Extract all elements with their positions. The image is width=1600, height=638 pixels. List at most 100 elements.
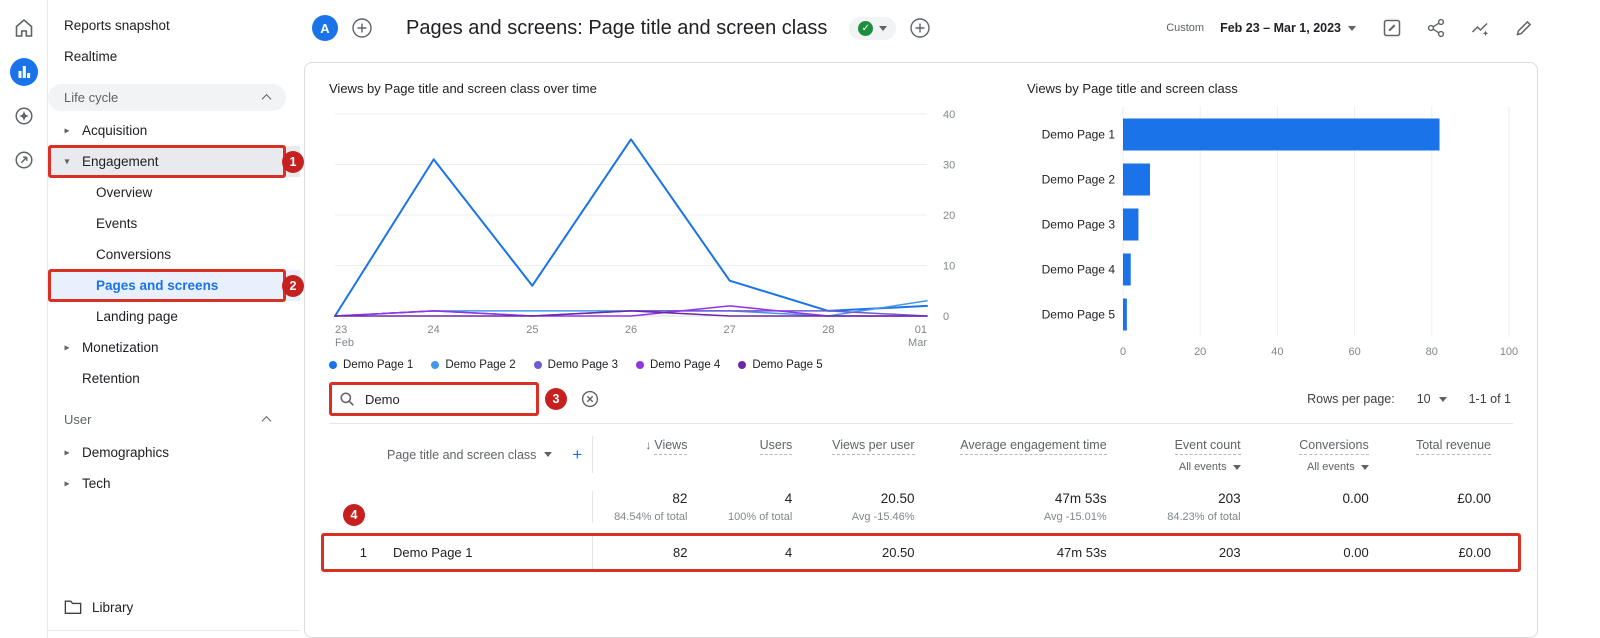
table-row[interactable]: 1 Demo Page 1 82 4 20.50 47m 53s 203 0.0…: [321, 504, 1521, 572]
legend-label: Demo Page 3: [547, 359, 618, 371]
totals-dimension-cell: [329, 491, 593, 523]
avatar[interactable]: A: [312, 15, 338, 41]
svg-text:20: 20: [943, 210, 955, 222]
svg-text:40: 40: [943, 109, 955, 121]
explore-icon[interactable]: [8, 100, 40, 132]
row-event-count: 203: [1218, 545, 1241, 560]
sidebar-item-label: Conversions: [96, 247, 172, 262]
sidebar-item-conversions[interactable]: Conversions: [48, 239, 300, 270]
page-title: Pages and screens: Page title and screen…: [406, 16, 828, 39]
row-users: 4: [785, 545, 793, 560]
add-dimension-icon[interactable]: +: [572, 445, 582, 465]
home-icon[interactable]: [8, 12, 40, 44]
section-label: Life cycle: [64, 90, 119, 105]
sidebar-item-engagement[interactable]: ▾ Engagement 1: [48, 145, 304, 178]
charts-area: Views by Page title and screen class ove…: [329, 81, 1518, 375]
sidebar-item-landing-page[interactable]: Landing page: [48, 301, 300, 332]
date-range-picker[interactable]: Feb 23 – Mar 1, 2023: [1214, 20, 1362, 36]
sidebar-item-pages-and-screens[interactable]: Pages and screens 2: [48, 269, 304, 302]
search-input[interactable]: [363, 390, 503, 408]
data-quality-badge[interactable]: ✓: [849, 16, 897, 40]
svg-text:Demo Page 5: Demo Page 5: [1042, 308, 1116, 322]
add-icon[interactable]: [906, 14, 934, 42]
row-views: 82: [672, 545, 688, 560]
share-icon[interactable]: [1422, 14, 1450, 42]
table-totals-row: 82 84.54% of total 4 100% of total 20.50 Av…: [329, 481, 1513, 536]
svg-text:100: 100: [1500, 346, 1518, 358]
row-avg-engagement-time: 47m 53s: [1056, 545, 1107, 560]
column-header-conversions[interactable]: Conversions All events: [1263, 436, 1391, 473]
sidebar-item-label: Overview: [96, 185, 153, 200]
rows-per-page-select[interactable]: 10: [1417, 392, 1447, 406]
advertising-icon[interactable]: [8, 144, 40, 176]
legend-label: Demo Page 1: [343, 359, 414, 371]
sidebar-item-realtime[interactable]: Realtime: [48, 41, 300, 72]
customize-report-icon[interactable]: [1378, 14, 1406, 42]
svg-text:Feb: Feb: [335, 337, 354, 349]
svg-text:25: 25: [526, 324, 538, 336]
legend-label: Demo Page 2: [445, 359, 516, 371]
sidebar-item-retention[interactable]: Retention: [48, 363, 300, 394]
sidebar-item-library[interactable]: Library: [48, 590, 300, 624]
reports-icon[interactable]: [8, 56, 40, 88]
totals-avg-engagement-time: 47m 53s Avg -15.01%: [1043, 491, 1107, 523]
column-header-views[interactable]: ↓ Views: [593, 436, 709, 473]
check-icon: ✓: [858, 20, 874, 36]
sidebar-item-monetization[interactable]: ▸ Monetization: [48, 332, 300, 363]
column-header-avg-engagement-time[interactable]: Average engagement time: [937, 436, 1129, 473]
add-comparison-icon[interactable]: [348, 14, 376, 42]
totals-event-count: 203 84.23% of total: [1167, 491, 1241, 523]
sidebar-item-label: Landing page: [96, 309, 178, 324]
caret-down-icon: [1348, 25, 1356, 31]
column-header-users[interactable]: Users: [709, 436, 814, 473]
sidebar-item-events[interactable]: Events: [48, 208, 300, 239]
column-header-total-revenue[interactable]: Total revenue: [1391, 436, 1513, 473]
svg-text:26: 26: [625, 324, 637, 336]
svg-text:01: 01: [915, 324, 927, 336]
sidebar-item-reports-snapshot[interactable]: Reports snapshot: [48, 10, 300, 41]
column-label: Event count: [1174, 438, 1241, 455]
totals-views-per-user: 20.50 Avg -15.46%: [851, 491, 915, 523]
views-bar-chart: 0 20 40 60 80 100 Demo Page 1 Demo Page 2 Demo P…: [1042, 106, 1518, 358]
svg-text:40: 40: [1271, 346, 1283, 358]
rows-per-page-label: Rows per page:: [1307, 392, 1395, 406]
edit-pencil-icon[interactable]: [1510, 14, 1538, 42]
row-dimension-cell: 1 Demo Page 1: [329, 536, 593, 569]
caret-down-icon: [1438, 396, 1447, 402]
svg-text:0: 0: [1120, 346, 1126, 358]
sidebar-item-demographics[interactable]: ▸ Demographics: [48, 437, 300, 468]
dimension-header-label: Page title and screen class: [387, 447, 537, 462]
row-views-per-user: 20.50: [881, 545, 915, 560]
column-label: Views: [654, 438, 688, 455]
dimension-header[interactable]: Page title and screen class +: [329, 436, 593, 473]
sidebar-section-life-cycle[interactable]: Life cycle: [48, 84, 286, 111]
line-chart-title: Views by Page title and screen class ove…: [329, 81, 597, 96]
sidebar-item-acquisition[interactable]: ▸ Acquisition: [48, 115, 300, 146]
column-label: Views per user: [832, 438, 915, 455]
table-header-row: Page title and screen class + ↓ Views Use…: [329, 424, 1513, 481]
event-count-filter[interactable]: All events: [1129, 461, 1241, 473]
legend-item: Demo Page 1: [329, 359, 413, 371]
column-label: Average engagement time: [960, 438, 1107, 455]
sidebar-section-user[interactable]: User: [48, 406, 286, 433]
folder-icon: [64, 600, 82, 614]
legend-item: Demo Page 3: [533, 359, 618, 371]
clear-search-icon[interactable]: [581, 390, 599, 408]
column-header-event-count[interactable]: Event count All events: [1129, 436, 1263, 473]
report-nav-sidebar: Reports snapshot Realtime Life cycle ▸ A…: [48, 0, 304, 638]
column-header-views-per-user[interactable]: Views per user: [814, 436, 936, 473]
triangle-right-icon: ▸: [64, 125, 70, 136]
sidebar-item-overview[interactable]: Overview: [48, 177, 300, 208]
svg-text:28: 28: [822, 324, 834, 336]
sidebar-item-tech[interactable]: ▸ Tech: [48, 468, 300, 499]
conversions-filter[interactable]: All events: [1263, 461, 1369, 473]
insights-icon[interactable]: [1466, 14, 1494, 42]
report-header: A Pages and screens: Page title and scre…: [304, 0, 1538, 56]
sidebar-item-label: Acquisition: [82, 123, 148, 138]
sidebar-item-label: Pages and screens: [96, 278, 219, 293]
rows-per-page-value: 10: [1416, 392, 1431, 406]
sidebar-item-label: Retention: [82, 371, 140, 386]
line-chart-panel: Views by Page title and screen class ove…: [329, 81, 985, 375]
table-search[interactable]: 3: [329, 382, 567, 416]
main-content: A Pages and screens: Page title and scre…: [300, 0, 1600, 638]
